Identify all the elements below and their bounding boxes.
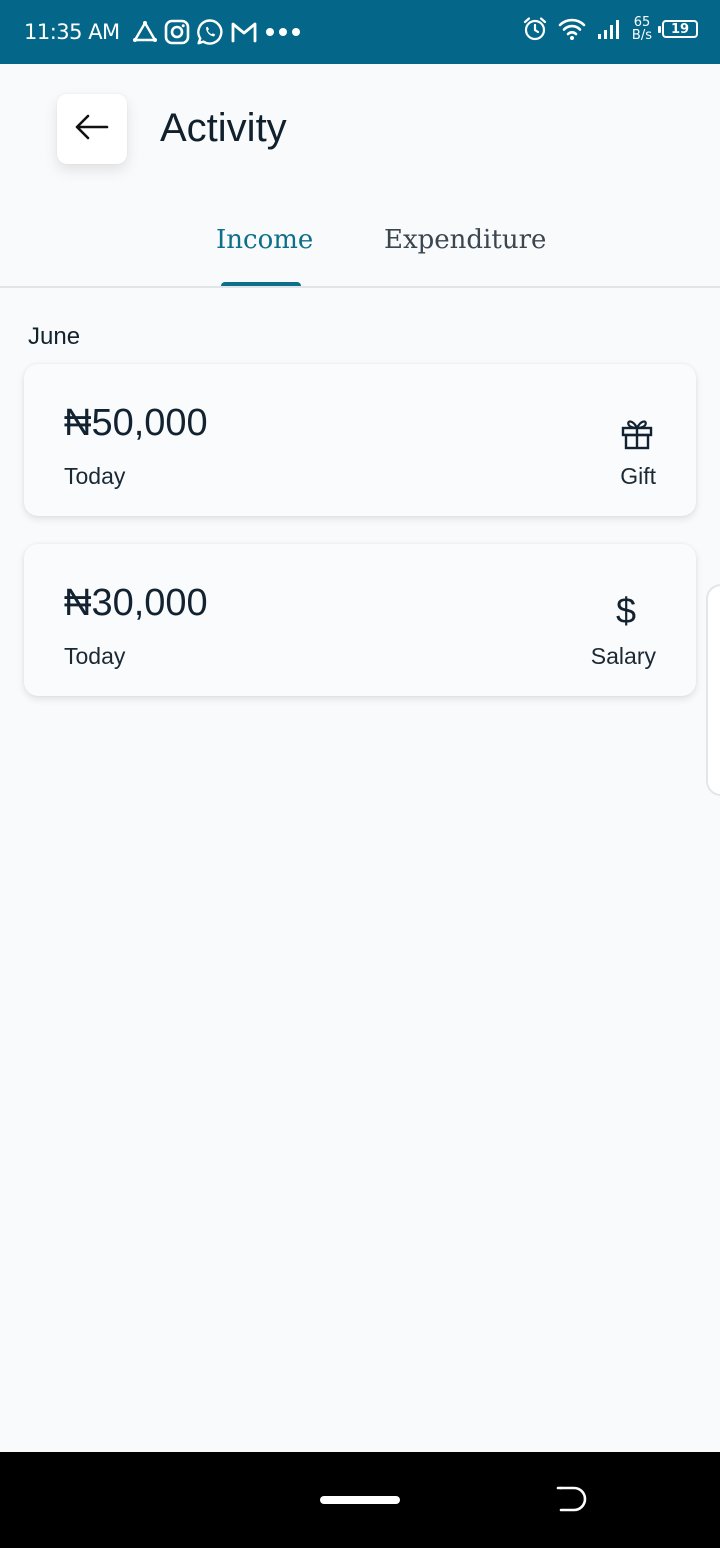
gift-icon [620,416,654,450]
transaction-amount: ₦30,000 [64,582,208,624]
wifi-icon [558,17,586,41]
transaction-card[interactable]: ₦30,000 Today $ Salary [24,544,696,696]
transaction-date: Today [64,643,126,669]
back-button[interactable] [57,94,127,164]
transaction-category: Salary [590,643,656,669]
drive-icon [132,19,158,45]
signal-icon [596,17,622,41]
battery-level: 19 [670,21,690,37]
system-icons: 65 B/s 19 [522,16,698,42]
more-notifications-icon [264,26,304,38]
notification-icons [132,18,304,46]
battery-icon: 19 [658,20,698,38]
page-title: Activity [160,106,287,150]
network-speed: 65 B/s [632,16,652,42]
transaction-date: Today [64,463,126,489]
transaction-card[interactable]: ₦50,000 Today Gift [24,364,696,516]
status-bar: 11:35 AM 65 B/s 19 [0,0,720,64]
transaction-amount: ₦50,000 [64,402,208,444]
side-panel-edge[interactable] [706,584,720,796]
month-heading: June [28,323,81,350]
gmail-icon [230,20,258,44]
system-nav-bar [0,1452,720,1548]
back-gesture-icon[interactable] [556,1484,588,1521]
arrow-left-icon [74,113,110,146]
dollar-icon: $ [615,590,636,631]
network-speed-unit: B/s [631,28,652,43]
home-pill[interactable] [320,1496,400,1504]
transaction-category: Gift [620,463,656,489]
whatsapp-icon [196,18,224,46]
status-time: 11:35 AM [24,20,120,44]
tab-bar: Income Expenditure [0,215,720,288]
tab-expenditure[interactable]: Expenditure [384,225,546,255]
instagram-icon [164,19,190,45]
tab-income[interactable]: Income [216,225,313,255]
tabs-divider [0,286,720,288]
alarm-icon [522,16,548,42]
